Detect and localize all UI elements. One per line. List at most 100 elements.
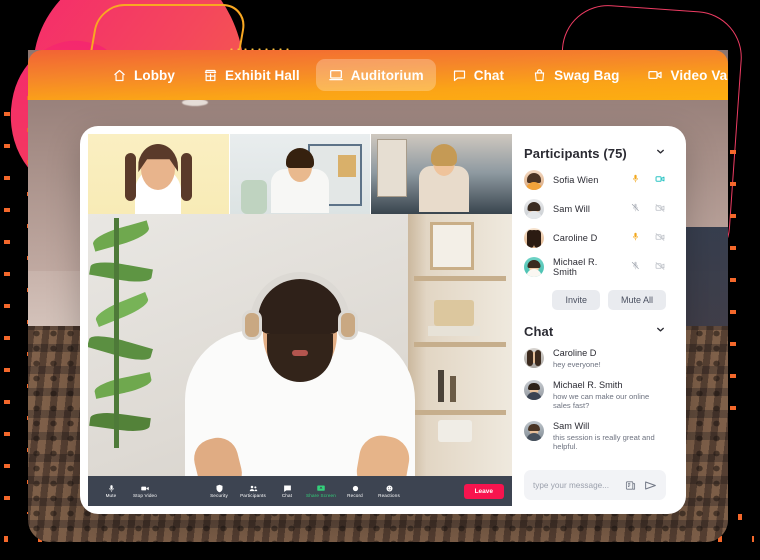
toolbar-label: Security [210,492,228,498]
main-speaker-video[interactable]: Mute Stop Video Security Participants Ch… [88,214,512,506]
camera-off-icon[interactable] [654,229,666,247]
decor-dot-column-right [730,150,736,410]
nav-label: Video Vault [670,67,728,83]
toolbar-label: Reactions [378,492,400,498]
chat-author: Michael R. Smith [553,380,623,391]
chat-title: Chat [524,323,554,339]
microphone-off-icon[interactable] [631,200,640,218]
headphone-left-cup [242,310,262,340]
side-panel: Participants (75) Sofia Wien Sam Will Ca… [512,134,678,506]
avatar [524,421,544,442]
participant-row[interactable]: Michael R. Smith [524,257,666,277]
decor-plant [88,218,162,506]
chat-bubble-icon [452,68,467,83]
meeting-toolbar: Mute Stop Video Security Participants Ch… [88,476,512,506]
microphone-icon [107,484,116,493]
toolbar-label: Mute [105,492,117,498]
avatar [524,199,544,219]
nav-label: Auditorium [350,67,424,83]
toolbar-label: Participants [240,492,266,498]
participant-row[interactable]: Sofia Wien [524,170,666,190]
chat-message-input[interactable]: type your message... [533,481,617,490]
decor-dot-column-outer [4,112,10,520]
toolbar-chat-button[interactable]: Chat [270,484,304,499]
invite-button[interactable]: Invite [552,290,600,310]
thumbnail-video-1[interactable] [88,134,229,214]
participant-name: Sofia Wien [553,175,599,185]
participant-name: Michael R. Smith [553,257,598,277]
nav-item-exhibit-hall[interactable]: Exhibit Hall [191,60,312,91]
store-icon [203,68,218,83]
avatar [524,228,544,248]
decor-shelf [408,214,512,506]
chat-input-bar[interactable]: type your message... [524,470,666,500]
avatar [524,257,544,277]
microphone-on-icon[interactable] [631,171,640,189]
share-screen-icon [316,484,326,493]
avatar [524,348,544,368]
toolbar-label: Stop Video [133,492,157,498]
nav-label: Exhibit Hall [225,67,300,83]
nav-label: Lobby [134,67,175,83]
thumbnail-video-2[interactable] [229,134,371,214]
camera-on-icon[interactable] [654,171,666,189]
toolbar-reactions-button[interactable]: Reactions [372,484,406,499]
chat-message: Sam Will this session is really great an… [524,421,666,451]
toolbar-security-button[interactable]: Security [202,484,236,499]
toolbar-label: Chat [281,492,293,498]
avatar [524,170,544,190]
attachment-icon[interactable] [625,480,636,491]
participants-header: Participants (75) [524,144,666,162]
avatar [524,380,544,401]
nav-item-auditorium[interactable]: Auditorium [315,59,436,91]
participants-actions: Invite Mute All [524,290,666,310]
mute-all-button[interactable]: Mute All [607,290,666,310]
send-icon[interactable] [644,479,657,492]
microphone-on-icon[interactable] [631,229,640,247]
toolbar-share-screen-button[interactable]: Share Screen [304,484,338,499]
nav-item-chat[interactable]: Chat [440,60,516,91]
microphone-off-icon[interactable] [631,258,640,276]
record-icon [351,484,360,493]
shield-icon [215,484,224,493]
toolbar-mute-button[interactable]: Mute [94,484,128,499]
chevron-down-icon[interactable] [655,322,666,340]
chat-author: Caroline D [553,348,597,358]
participant-row[interactable]: Sam Will [524,199,666,219]
camera-off-icon[interactable] [654,258,666,276]
nav-label: Chat [473,67,505,83]
nav-label: Swag Bag [554,67,620,83]
camera-off-icon[interactable] [654,200,666,218]
headphones-band [250,272,350,330]
toolbar-record-button[interactable]: Record [338,484,372,499]
bag-icon [532,68,547,83]
chat-author: Sam Will [553,421,590,432]
video-camera-icon [647,67,663,83]
thumbnail-video-3[interactable] [371,134,513,214]
toolbar-label: Share Screen [306,492,336,498]
chat-bubble-icon [283,484,292,493]
chevron-down-icon[interactable] [655,144,666,162]
chat-message: Caroline D hey everyone! [524,348,666,369]
nav-item-video-vault[interactable]: Video Vault [635,59,728,91]
toolbar-stop-video-button[interactable]: Stop Video [128,484,162,499]
chat-header: Chat [524,322,666,340]
page-root: Lobby Exhibit Hall Auditorium Chat Swag [0,0,760,560]
nav-item-swag-bag[interactable]: Swag Bag [520,60,631,91]
leave-meeting-button[interactable]: Leave [463,483,504,499]
chat-text: this session is really great and helpful… [553,433,655,452]
chat-text: hey everyone! [553,360,601,369]
home-icon [112,68,127,83]
toolbar-participants-button[interactable]: Participants [236,484,270,499]
video-area: Mute Stop Video Security Participants Ch… [88,134,513,506]
meeting-window: Mute Stop Video Security Participants Ch… [80,126,686,514]
reactions-icon [385,484,394,493]
participants-title: Participants (75) [524,145,627,161]
laptop-icon [328,67,344,83]
toolbar-label: Record [347,492,363,498]
main-navigation: Lobby Exhibit Hall Auditorium Chat Swag [28,50,728,100]
nav-item-lobby[interactable]: Lobby [100,60,187,91]
participant-thumbnails [88,134,513,214]
participant-name: Sam Will [553,204,591,214]
participant-row[interactable]: Caroline D [524,228,666,248]
